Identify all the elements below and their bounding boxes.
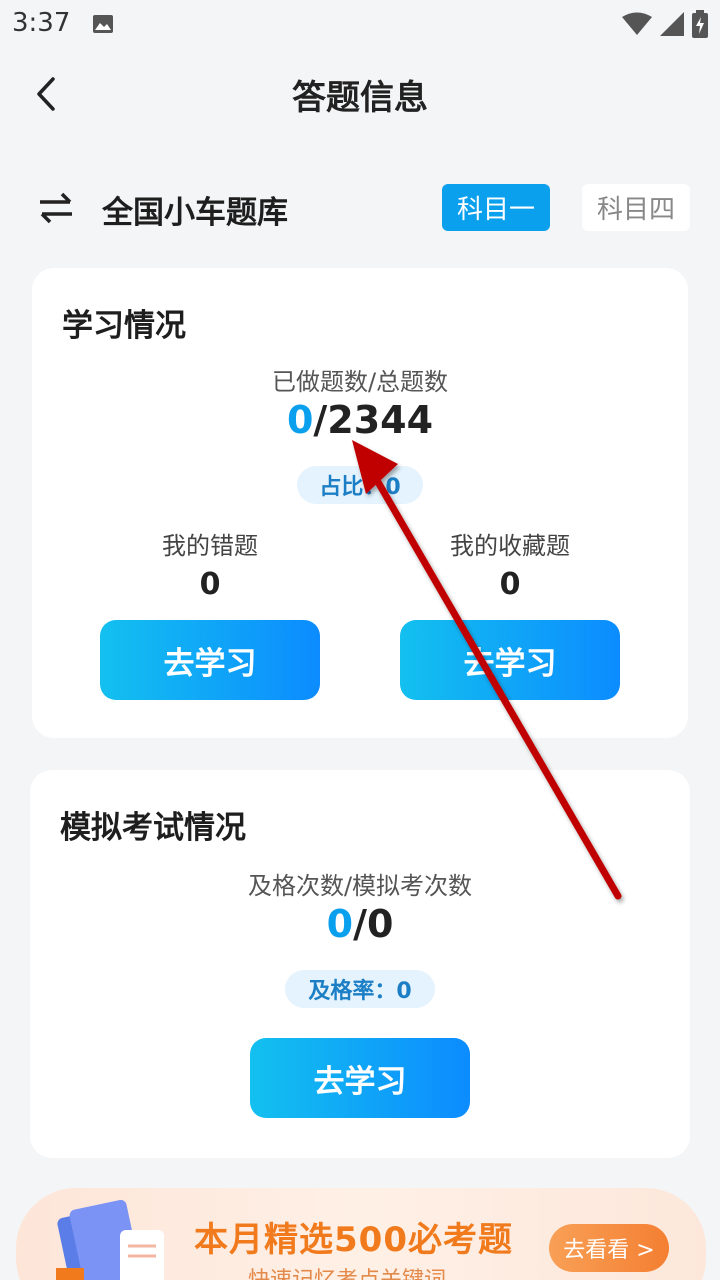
study-card-title: 学习情况 [62, 308, 186, 344]
bank-row: 全国小车题库 科目一 科目四 [0, 178, 720, 238]
banner-title: 本月精选500必考题 [194, 1220, 513, 1260]
switch-bank-icon[interactable] [38, 190, 74, 226]
done-total-label: 已做题数/总题数 [271, 368, 449, 396]
favorite-questions-stat: 我的收藏题 0 [400, 526, 620, 602]
status-time: 3:37 [12, 8, 71, 38]
cell-signal-icon [660, 12, 684, 36]
favorite-questions-label: 我的收藏题 [450, 532, 570, 560]
mock-exam-card: 模拟考试情况 及格次数/模拟考次数 0/0 及格率：0 去学习 [30, 770, 690, 1158]
done-count: 0 [286, 398, 314, 442]
battery-charging-icon [692, 10, 708, 38]
promo-banner[interactable]: 本月精选500必考题 快速记忆考点关键词 去看看 > [16, 1188, 706, 1280]
exam-card-title: 模拟考试情况 [60, 810, 246, 846]
banner-subtitle: 快速记忆考点关键词 [248, 1262, 446, 1280]
books-illustration-icon [56, 1199, 164, 1280]
pass-exam-value: 0/0 [30, 902, 690, 946]
pass-rate-badge: 及格率：0 [285, 970, 435, 1008]
page-title: 答题信息 [292, 78, 428, 118]
pass-exam-label: 及格次数/模拟考次数 [247, 872, 473, 900]
wrong-questions-count: 0 [199, 567, 221, 602]
favorite-questions-count: 0 [499, 567, 521, 602]
tab-subject-one[interactable]: 科目一 [442, 184, 550, 231]
exam-study-button[interactable]: 去学习 [250, 1038, 470, 1118]
total-count: /2344 [313, 398, 434, 442]
wrong-questions-study-button[interactable]: 去学习 [100, 620, 320, 700]
wrong-questions-stat: 我的错题 0 [100, 526, 320, 602]
favorite-questions-study-button[interactable]: 去学习 [400, 620, 620, 700]
pass-count: 0 [326, 902, 354, 946]
wrong-questions-label: 我的错题 [162, 532, 258, 560]
status-bar: 3:37 [0, 0, 720, 50]
tab-subject-four[interactable]: 科目四 [582, 184, 690, 231]
wifi-icon [622, 12, 652, 35]
answer-info-page: 3:37 答题信息 全国小车题库 科目一 科目四 学习情况 已做题数/总题数 0… [0, 0, 720, 1280]
done-total-value: 0/2344 [32, 398, 688, 442]
question-bank-name[interactable]: 全国小车题库 [102, 187, 288, 232]
status-icons [622, 10, 708, 38]
banner-view-button[interactable]: 去看看 > [549, 1224, 669, 1272]
exam-count: /0 [353, 902, 394, 946]
header-bar: 答题信息 [0, 50, 720, 136]
image-notification-icon [93, 15, 113, 33]
ratio-badge: 占比：0 [297, 466, 423, 504]
study-status-card: 学习情况 已做题数/总题数 0/2344 占比：0 我的错题 0 我的收藏题 0… [32, 268, 688, 738]
